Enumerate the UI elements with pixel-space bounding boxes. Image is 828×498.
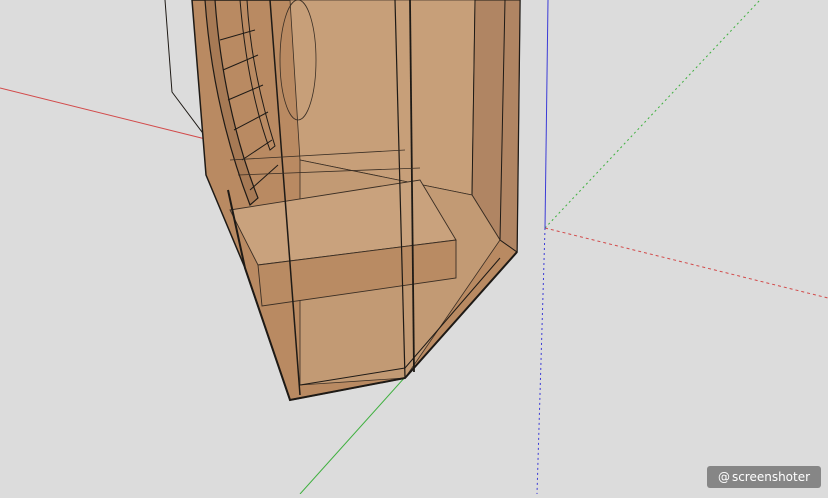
blue-axis-upper [544,0,549,229]
at-sign-icon: @ [717,470,730,484]
watermark-text: screenshoter [731,470,811,484]
3d-viewport[interactable] [0,0,828,495]
screenshoter-watermark: @ screenshoter [707,466,821,488]
green-axis-upper [544,0,761,229]
blue-axis-lower [536,227,546,495]
red-axis-right [544,227,828,299]
scene-canvas[interactable] [0,0,828,495]
